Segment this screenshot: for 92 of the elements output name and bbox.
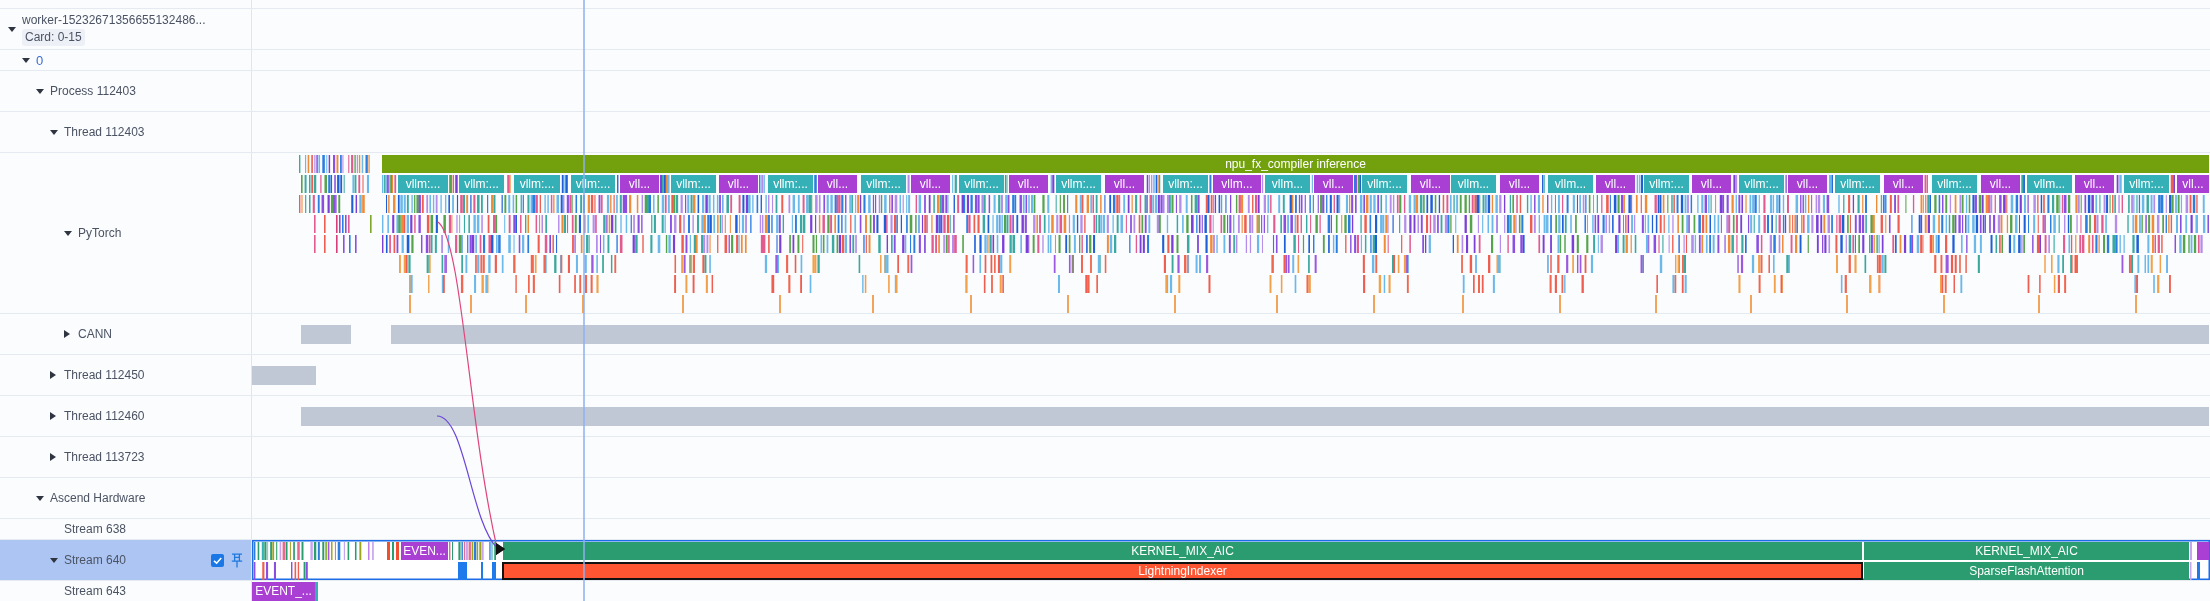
trace-slice[interactable]: vllm:... — [459, 175, 504, 193]
tree-row[interactable]: PyTorch — [0, 153, 252, 313]
trace-slice[interactable]: KERNEL_MIX_AIC — [1864, 542, 2189, 560]
checkbox[interactable] — [211, 553, 224, 567]
trace-slice[interactable]: vll... — [2177, 175, 2209, 193]
trace-ticks-drawing — [2190, 562, 2200, 580]
track-name: 0 — [36, 52, 44, 68]
tree-row[interactable]: Thread 112403 — [0, 112, 252, 152]
caret-icon[interactable] — [50, 557, 58, 563]
trace-ticks-drawing — [314, 215, 372, 233]
trace-ticks-drawing — [314, 235, 357, 253]
trace-slice[interactable]: vllm:... — [1739, 175, 1784, 193]
trace-slice[interactable]: npu_fx_compiler inference — [382, 155, 2209, 173]
tree-row[interactable]: Stream 638 — [0, 519, 252, 539]
trace-slice[interactable]: vll... — [1500, 175, 1539, 193]
trace-slice[interactable]: vll... — [1105, 175, 1144, 193]
trace-slice[interactable]: vll... — [2075, 175, 2114, 193]
trace-slice[interactable]: vll... — [1411, 175, 1450, 193]
tree-row[interactable]: worker-15232671356655132486... Card: 0-15 — [0, 9, 252, 49]
track-name: Thread 112403 — [64, 124, 145, 140]
summary-bar — [301, 325, 351, 344]
track-name: Thread 112460 — [64, 408, 145, 424]
track-name: Ascend Hardware — [50, 490, 146, 506]
caret-icon[interactable] — [36, 495, 44, 501]
trace-ticks-drawing — [315, 582, 318, 601]
tree-row[interactable]: CANN — [0, 314, 252, 354]
trace-slice[interactable]: vll... — [1884, 175, 1923, 193]
trace-ticks-drawing — [299, 155, 370, 173]
caret-icon[interactable] — [22, 57, 30, 63]
tree-row[interactable]: Thread 112460 — [0, 396, 252, 436]
trace-slice[interactable]: EVEN... — [401, 542, 448, 560]
caret-icon[interactable] — [50, 371, 56, 379]
track-name: Thread 113723 — [64, 449, 145, 465]
caret-icon[interactable] — [50, 453, 56, 461]
track-name: PyTorch — [78, 225, 122, 241]
trace-slice[interactable]: vllm:... — [1932, 175, 1977, 193]
trace-slice[interactable]: vllm:... — [2124, 175, 2169, 193]
trace-slice[interactable]: LightningIndexer — [502, 562, 1863, 580]
caret-icon[interactable] — [50, 129, 58, 135]
trace-slice[interactable]: vll... — [1596, 175, 1635, 193]
trace-slice[interactable]: KERNEL_MIX_AIC — [503, 542, 1862, 560]
tree-row[interactable]: Process 112403 — [0, 71, 252, 111]
track-name: Process 112403 — [50, 83, 136, 99]
trace-slice[interactable]: vllm:... — [1835, 175, 1880, 193]
trace-slice[interactable]: vll... — [1314, 175, 1353, 193]
trace-slice[interactable]: vllm:... — [861, 175, 906, 193]
trace-slice[interactable]: vllm:... — [398, 175, 448, 193]
caret-icon[interactable] — [64, 330, 70, 338]
trace-ticks-drawing — [299, 195, 365, 213]
trace-slice[interactable]: EVENT_... — [252, 582, 315, 601]
card-badge: Card: 0-15 — [22, 28, 85, 46]
trace-slice[interactable]: vllm... — [1213, 175, 1261, 193]
trace-slice[interactable]: vll... — [1009, 175, 1048, 193]
track-name: Stream 643 — [64, 583, 127, 599]
trace-slice[interactable]: vllm:... — [1362, 175, 1407, 193]
trace-slice[interactable]: vll... — [911, 175, 950, 193]
trace-slice[interactable]: vllm:... — [671, 175, 716, 193]
trace-slice[interactable]: vll... — [719, 175, 758, 193]
trace-slice[interactable]: vll... — [1788, 175, 1827, 193]
caret-icon[interactable] — [64, 230, 72, 236]
trace-slice[interactable]: SparseFlashAttention — [1864, 562, 2189, 580]
trace-ticks-drawing — [301, 175, 370, 193]
trace-slice[interactable]: vllm:... — [1163, 175, 1208, 193]
trace-slice[interactable]: vll... — [620, 175, 659, 193]
track-name: CANN — [78, 326, 112, 342]
summary-bar — [252, 366, 316, 385]
trace-slice[interactable]: vllm:... — [1644, 175, 1689, 193]
trace-slice[interactable]: vll... — [1981, 175, 2020, 193]
tree-row[interactable]: 0 — [0, 50, 252, 70]
trace-slice[interactable]: vll... — [1692, 175, 1731, 193]
trace-slice[interactable]: vllm:... — [768, 175, 813, 193]
trace-slice[interactable]: vll... — [818, 175, 857, 193]
trace-slice[interactable]: vllm:... — [1056, 175, 1101, 193]
tree-row[interactable]: Ascend Hardware — [0, 478, 252, 518]
track-name: Stream 638 — [64, 521, 127, 537]
caret-icon[interactable] — [8, 26, 16, 32]
caret-icon[interactable] — [50, 412, 56, 420]
tree-row[interactable]: Thread 113723 — [0, 437, 252, 477]
caret-icon[interactable] — [36, 88, 44, 94]
trace-slice[interactable]: vllm... — [1548, 175, 1593, 193]
trace-slice[interactable]: vllm... — [1265, 175, 1310, 193]
track-name: worker-15232671356655132486... — [22, 12, 206, 28]
track-name: Thread 112450 — [64, 367, 145, 383]
tree-row[interactable]: Stream 640 — [0, 540, 252, 580]
trace-slice[interactable]: vllm... — [2027, 175, 2072, 193]
trace-slice[interactable]: vllm:... — [571, 175, 615, 193]
trace-ticks-drawing — [2190, 542, 2209, 560]
trace-slice[interactable]: vllm... — [1451, 175, 1496, 193]
trace-slice[interactable]: vllm:... — [514, 175, 560, 193]
track-name: Stream 640 — [64, 552, 127, 568]
trace-ticks-drawing — [449, 542, 496, 560]
trace-slice[interactable]: vllm:... — [959, 175, 1004, 193]
